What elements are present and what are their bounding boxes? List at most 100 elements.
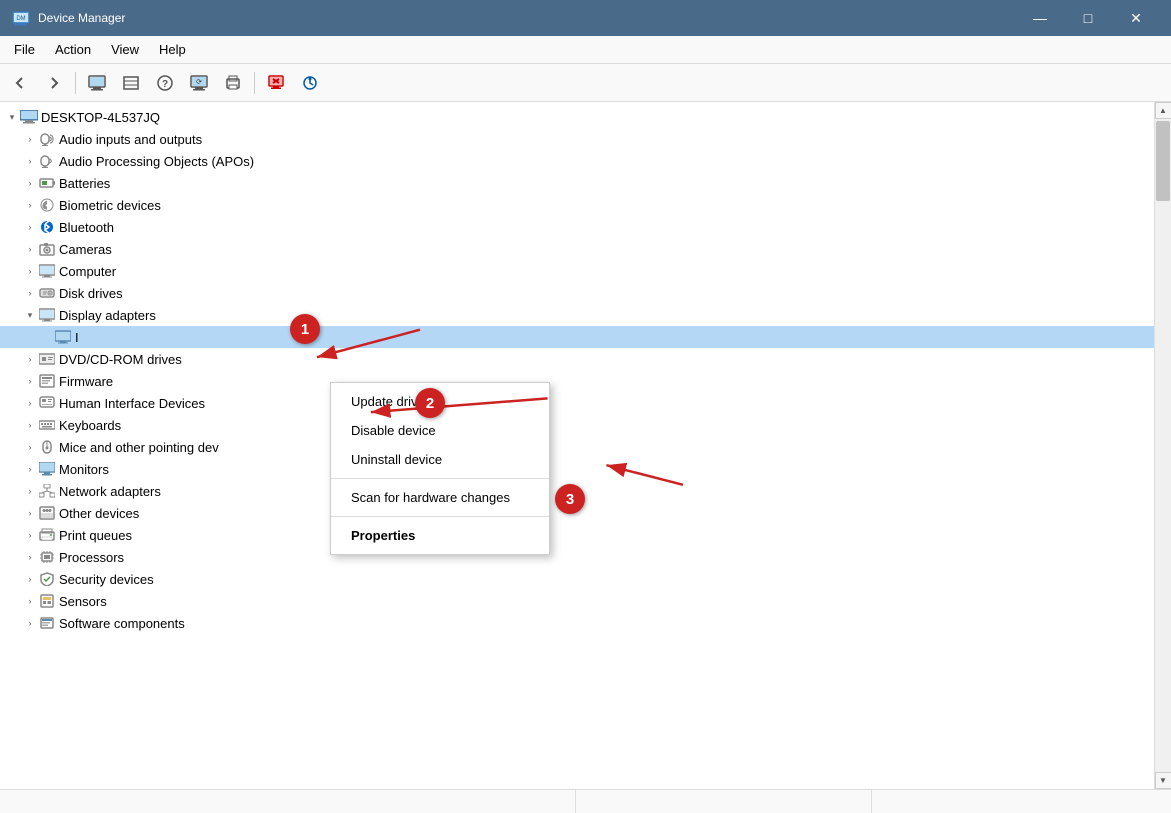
context-menu-scan[interactable]: Scan for hardware changes bbox=[331, 483, 549, 512]
tree-item-security[interactable]: › Security devices bbox=[0, 568, 1154, 590]
scroll-down[interactable]: ▼ bbox=[1155, 772, 1171, 789]
tree-item-sensors[interactable]: › Sensors bbox=[0, 590, 1154, 612]
audio-inputs-label: Audio inputs and outputs bbox=[59, 132, 202, 147]
processors-expander[interactable]: › bbox=[22, 549, 38, 565]
display-child-label: I bbox=[75, 330, 79, 345]
display-expander[interactable]: ▾ bbox=[22, 307, 38, 323]
toolbar-sep2 bbox=[254, 72, 255, 94]
toolbar-print[interactable] bbox=[217, 69, 249, 97]
menu-file[interactable]: File bbox=[4, 38, 45, 61]
mice-icon bbox=[38, 439, 56, 455]
tree-item-batteries[interactable]: › Batteries bbox=[0, 172, 1154, 194]
hid-expander[interactable]: › bbox=[22, 395, 38, 411]
firmware-icon bbox=[38, 373, 56, 389]
toolbar-devmgr[interactable] bbox=[81, 69, 113, 97]
tree-item-apo[interactable]: › Audio Processing Objects (APOs) bbox=[0, 150, 1154, 172]
root-icon bbox=[20, 109, 38, 125]
minimize-button[interactable]: — bbox=[1017, 0, 1063, 36]
software-icon bbox=[38, 615, 56, 631]
disk-icon bbox=[38, 285, 56, 301]
tree-root[interactable]: ▾ DESKTOP-4L537JQ bbox=[0, 106, 1154, 128]
menu-help[interactable]: Help bbox=[149, 38, 196, 61]
menu-view[interactable]: View bbox=[101, 38, 149, 61]
print-label: Print queues bbox=[59, 528, 132, 543]
bluetooth-icon bbox=[38, 219, 56, 235]
tree-item-cameras[interactable]: › Cameras bbox=[0, 238, 1154, 260]
other-icon bbox=[38, 505, 56, 521]
annotation-1: 1 bbox=[290, 314, 320, 344]
batteries-icon bbox=[38, 175, 56, 191]
keyboards-icon bbox=[38, 417, 56, 433]
software-expander[interactable]: › bbox=[22, 615, 38, 631]
app-icon: DM bbox=[12, 9, 30, 27]
tree-item-display[interactable]: ▾ Display adapters bbox=[0, 304, 1154, 326]
monitors-expander[interactable]: › bbox=[22, 461, 38, 477]
network-expander[interactable]: › bbox=[22, 483, 38, 499]
context-menu-properties[interactable]: Properties bbox=[331, 521, 549, 550]
title-bar: DM Device Manager — □ ✕ bbox=[0, 0, 1171, 36]
dvd-label: DVD/CD-ROM drives bbox=[59, 352, 182, 367]
toolbar-forward[interactable] bbox=[38, 69, 70, 97]
root-expander[interactable]: ▾ bbox=[4, 109, 20, 125]
tree-item-mice[interactable]: › Mice and other pointing dev bbox=[0, 436, 1154, 458]
tree-item-dvd[interactable]: › DVD/CD-ROM drives bbox=[0, 348, 1154, 370]
close-button[interactable]: ✕ bbox=[1113, 0, 1159, 36]
computer-expander[interactable]: › bbox=[22, 263, 38, 279]
tree-item-biometric[interactable]: › Biometric devices bbox=[0, 194, 1154, 216]
toolbar-list[interactable] bbox=[115, 69, 147, 97]
bluetooth-label: Bluetooth bbox=[59, 220, 114, 235]
hid-icon bbox=[38, 395, 56, 411]
scroll-thumb[interactable] bbox=[1156, 121, 1170, 201]
batteries-expander[interactable]: › bbox=[22, 175, 38, 191]
toolbar-update[interactable] bbox=[294, 69, 326, 97]
tree-item-bluetooth[interactable]: › Bluetooth bbox=[0, 216, 1154, 238]
bluetooth-expander[interactable]: › bbox=[22, 219, 38, 235]
context-menu-uninstall[interactable]: Uninstall device bbox=[331, 445, 549, 474]
keyboards-expander[interactable]: › bbox=[22, 417, 38, 433]
audio-inputs-expander[interactable]: › bbox=[22, 131, 38, 147]
toolbar-help[interactable]: ? bbox=[149, 69, 181, 97]
apo-expander[interactable]: › bbox=[22, 153, 38, 169]
security-expander[interactable]: › bbox=[22, 571, 38, 587]
menu-action[interactable]: Action bbox=[45, 38, 101, 61]
security-label: Security devices bbox=[59, 572, 154, 587]
audio-inputs-icon bbox=[38, 131, 56, 147]
tree-item-display-child[interactable]: › I bbox=[0, 326, 1154, 348]
tree-item-disk[interactable]: › Disk drives bbox=[0, 282, 1154, 304]
disk-label: Disk drives bbox=[59, 286, 123, 301]
tree-item-audio-inputs[interactable]: › Audio inputs and outputs bbox=[0, 128, 1154, 150]
firmware-label: Firmware bbox=[59, 374, 113, 389]
toolbar-remove[interactable] bbox=[260, 69, 292, 97]
cameras-label: Cameras bbox=[59, 242, 112, 257]
display-label: Display adapters bbox=[59, 308, 156, 323]
scroll-track[interactable] bbox=[1155, 119, 1171, 772]
context-menu-disable[interactable]: Disable device bbox=[331, 416, 549, 445]
tree-item-keyboards[interactable]: › Keyboards bbox=[0, 414, 1154, 436]
tree-item-computer[interactable]: › Computer bbox=[0, 260, 1154, 282]
tree-item-hid[interactable]: › Human Interface Devices bbox=[0, 392, 1154, 414]
mice-expander[interactable]: › bbox=[22, 439, 38, 455]
tree-item-print[interactable]: › Print queues bbox=[0, 524, 1154, 546]
network-icon bbox=[38, 483, 56, 499]
toolbar-back[interactable] bbox=[4, 69, 36, 97]
apo-label: Audio Processing Objects (APOs) bbox=[59, 154, 254, 169]
tree-item-software[interactable]: › Software components bbox=[0, 612, 1154, 634]
status-seg2 bbox=[578, 790, 872, 813]
tree-item-firmware[interactable]: › Firmware bbox=[0, 370, 1154, 392]
dvd-expander[interactable]: › bbox=[22, 351, 38, 367]
sensors-expander[interactable]: › bbox=[22, 593, 38, 609]
disk-expander[interactable]: › bbox=[22, 285, 38, 301]
print-expander[interactable]: › bbox=[22, 527, 38, 543]
biometric-expander[interactable]: › bbox=[22, 197, 38, 213]
scroll-up[interactable]: ▲ bbox=[1155, 102, 1171, 119]
toolbar-scan[interactable]: ⟳ bbox=[183, 69, 215, 97]
firmware-expander[interactable]: › bbox=[22, 373, 38, 389]
maximize-button[interactable]: □ bbox=[1065, 0, 1111, 36]
tree-area[interactable]: ▾ DESKTOP-4L537JQ › bbox=[0, 102, 1154, 789]
cameras-expander[interactable]: › bbox=[22, 241, 38, 257]
tree-item-processors[interactable]: › bbox=[0, 546, 1154, 568]
other-expander[interactable]: › bbox=[22, 505, 38, 521]
tree-item-monitors[interactable]: › Monitors bbox=[0, 458, 1154, 480]
security-icon bbox=[38, 571, 56, 587]
scrollbar[interactable]: ▲ ▼ bbox=[1154, 102, 1171, 789]
